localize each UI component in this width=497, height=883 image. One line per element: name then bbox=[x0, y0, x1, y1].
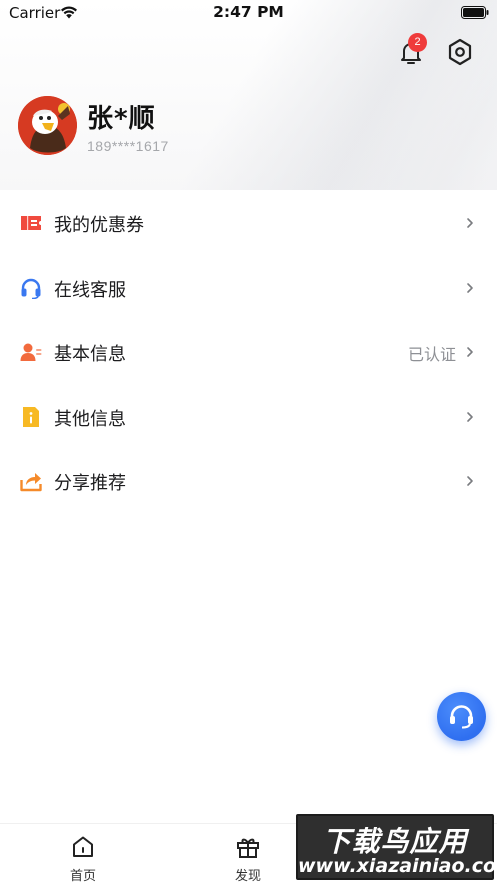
tab-home[interactable]: 首页 bbox=[23, 824, 143, 883]
avatar[interactable] bbox=[18, 96, 77, 155]
tab-discover[interactable]: 发现 bbox=[188, 824, 308, 883]
user-phone: 189****1617 bbox=[87, 138, 169, 154]
menu-label: 基本信息 bbox=[54, 344, 126, 365]
coupon-icon bbox=[21, 216, 41, 230]
menu-item-coupons[interactable]: 我的优惠券 bbox=[0, 190, 497, 255]
chevron-right-icon bbox=[467, 347, 473, 357]
support-chat-button[interactable] bbox=[437, 692, 486, 741]
watermark-title: 下载鸟应用 bbox=[322, 825, 468, 858]
menu-item-other-info[interactable]: 其他信息 bbox=[0, 384, 497, 449]
watermark: 下载鸟应用 www.xiazainiao.com bbox=[296, 814, 497, 880]
chevron-right-icon bbox=[467, 282, 473, 293]
headset-icon bbox=[21, 278, 41, 299]
battery-icon bbox=[461, 6, 489, 19]
menu-label: 其他信息 bbox=[54, 408, 126, 430]
watermark-url: www.xiazainiao.com bbox=[298, 855, 497, 877]
chevron-right-icon bbox=[467, 476, 473, 486]
menu-label: 在线客服 bbox=[54, 279, 126, 301]
menu-item-customer-service[interactable]: 在线客服 bbox=[0, 255, 497, 320]
notification-badge: 2 bbox=[408, 33, 427, 52]
user-name: 张*顺 bbox=[87, 104, 156, 134]
chevron-right-icon bbox=[467, 218, 473, 228]
support-headset-icon bbox=[450, 705, 473, 729]
eagle-mascot-icon bbox=[18, 96, 77, 155]
settings-icon[interactable] bbox=[446, 37, 474, 67]
status-bar: Carrier 2:47 PM bbox=[0, 0, 497, 26]
home-icon bbox=[73, 836, 93, 857]
gift-icon bbox=[237, 838, 259, 858]
tab-label: 首页 bbox=[69, 869, 96, 883]
chevron-right-icon bbox=[467, 411, 473, 422]
header-background bbox=[0, 0, 497, 190]
menu-item-share[interactable]: 分享推荐 bbox=[0, 448, 497, 513]
menu-label: 我的优惠券 bbox=[54, 215, 144, 236]
menu-label: 分享推荐 bbox=[54, 473, 126, 494]
menu-list: 我的优惠券 在线客服 基本信息 已认证 其他信息 分享推荐 bbox=[0, 190, 497, 513]
user-info-icon bbox=[20, 343, 42, 361]
status-time: 2:47 PM bbox=[213, 3, 284, 21]
info-doc-icon bbox=[23, 406, 39, 427]
share-icon bbox=[20, 473, 42, 492]
tab-label: 发现 bbox=[234, 869, 261, 883]
menu-item-basic-info[interactable]: 基本信息 已认证 bbox=[0, 319, 497, 384]
verified-status: 已认证 bbox=[407, 345, 456, 364]
